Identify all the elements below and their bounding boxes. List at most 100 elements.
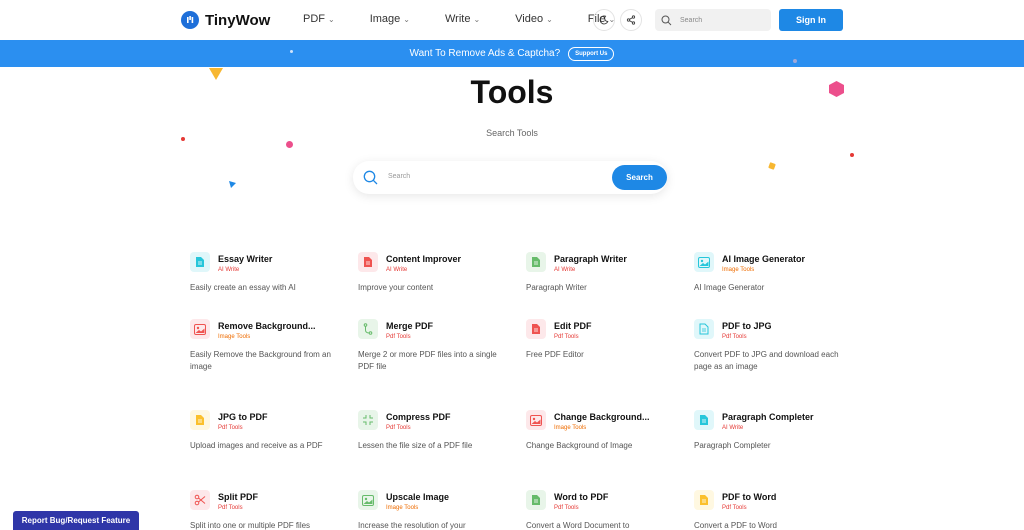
dark-mode-toggle[interactable] <box>593 9 615 31</box>
decorative-square-icon <box>768 162 776 170</box>
decorative-dot-icon <box>793 59 797 63</box>
sign-in-button[interactable]: Sign In <box>779 9 843 31</box>
document-icon <box>190 252 210 272</box>
tool-category: Pdf Tools <box>554 334 579 340</box>
page-subtitle: Search Tools <box>486 128 538 138</box>
nav-write-label: Write <box>444 13 471 25</box>
tools-search-bar: Search Search <box>353 161 667 194</box>
tool-category: Pdf Tools <box>218 425 243 431</box>
moon-icon <box>599 15 609 25</box>
page-title: Tools <box>470 74 554 110</box>
tool-name: PDF to JPG <box>722 321 772 331</box>
chevron-down-icon: ⌄ <box>403 14 410 24</box>
tool-description: Paragraph Completer <box>694 441 771 450</box>
tool-name: Compress PDF <box>386 412 451 422</box>
banner-text: Want To Remove Ads & Captcha? <box>409 48 561 59</box>
tool-description: Convert a Word Document to <box>526 521 630 530</box>
document-icon <box>694 319 714 339</box>
tool-description: Increase the resolution of your <box>358 521 466 530</box>
tool-category: Pdf Tools <box>386 334 411 340</box>
tools-search-input[interactable]: Search <box>388 173 410 180</box>
tool-description: Convert PDF to JPG and download each pag… <box>694 350 839 371</box>
tool-name: Merge PDF <box>386 321 434 331</box>
nav-pdf-label: PDF <box>303 13 325 25</box>
image-icon <box>190 319 210 339</box>
search-icon <box>363 170 378 185</box>
tool-description: Paragraph Writer <box>526 283 587 292</box>
tool-category: Image Tools <box>386 505 419 511</box>
nav-video[interactable]: Video ⌄ <box>515 13 553 25</box>
support-us-button[interactable]: Support Us <box>568 46 615 61</box>
tool-category: Pdf Tools <box>218 505 243 511</box>
tool-description: Improve your content <box>358 283 434 292</box>
tool-name: Change Background... <box>554 412 650 422</box>
image-icon <box>694 252 714 272</box>
tool-name: Upscale Image <box>386 492 450 502</box>
share-button[interactable] <box>620 9 642 31</box>
chevron-down-icon: ⌄ <box>328 14 335 24</box>
decorative-triangle-icon <box>229 181 236 188</box>
tool-description: Upload images and receive as a PDF <box>190 441 323 450</box>
decorative-dot-icon <box>286 141 293 148</box>
compress-icon <box>358 410 378 430</box>
nav-pdf[interactable]: PDF ⌄ <box>303 13 335 25</box>
decorative-dot-icon <box>290 50 293 53</box>
document-icon <box>526 252 546 272</box>
tool-description: Merge 2 or more PDF files into a single … <box>358 350 497 371</box>
tool-name: PDF to Word <box>722 492 777 502</box>
share-icon <box>626 15 636 25</box>
image-icon <box>526 410 546 430</box>
tool-name: Paragraph Completer <box>722 412 814 422</box>
nav-image-label: Image <box>369 13 401 25</box>
document-icon <box>694 410 714 430</box>
tool-name: Paragraph Writer <box>554 254 627 264</box>
nav-write[interactable]: Write ⌄ <box>445 13 480 25</box>
document-icon <box>190 410 210 430</box>
logo[interactable]: TinyWow <box>181 11 270 29</box>
tool-category: AI Write <box>722 425 744 431</box>
nav-image[interactable]: Image ⌄ <box>370 13 410 25</box>
tool-category: Image Tools <box>554 425 587 431</box>
tool-name: AI Image Generator <box>722 254 806 264</box>
tool-name: JPG to PDF <box>218 412 268 422</box>
tool-category: AI Write <box>554 267 576 273</box>
merge-icon <box>358 319 378 339</box>
tool-name: Essay Writer <box>218 254 273 264</box>
tools-search-button[interactable]: Search <box>612 165 667 190</box>
tool-description: Change Background of Image <box>526 441 633 450</box>
document-icon <box>358 252 378 272</box>
tool-description: Lessen the file size of a PDF file <box>358 441 473 450</box>
chevron-down-icon: ⌄ <box>546 14 553 24</box>
decorative-dot-icon <box>850 153 854 157</box>
tool-description: Free PDF Editor <box>526 350 584 359</box>
tool-description: Easily Remove the Background from an ima… <box>190 350 331 371</box>
header-search-input[interactable]: Search <box>655 9 771 31</box>
tool-category: Pdf Tools <box>386 425 411 431</box>
document-icon <box>526 319 546 339</box>
tool-name: Edit PDF <box>554 321 592 331</box>
image-icon <box>358 490 378 510</box>
tool-category: Pdf Tools <box>722 334 747 340</box>
chevron-down-icon: ⌄ <box>473 14 481 24</box>
remove-ads-banner: Want To Remove Ads & Captcha? Support Us <box>0 40 1024 67</box>
nav-video-label: Video <box>515 13 544 25</box>
tool-category: Pdf Tools <box>554 505 579 511</box>
tool-description: Easily create an essay with AI <box>190 283 296 292</box>
search-icon <box>661 15 672 25</box>
report-bug-button[interactable]: Report Bug/Request Feature <box>13 511 139 530</box>
tool-category: Pdf Tools <box>722 505 747 511</box>
tool-name: Word to PDF <box>554 492 609 502</box>
tool-category: AI Write <box>218 267 240 273</box>
tool-name: Content Improver <box>386 254 462 264</box>
tool-description: AI Image Generator <box>694 283 765 292</box>
tool-description: Convert a PDF to Word <box>694 521 777 530</box>
tool-name: Split PDF <box>218 492 258 502</box>
tool-category: AI Write <box>386 267 408 273</box>
tool-name: Remove Background... <box>218 321 316 331</box>
scissors-icon <box>190 490 210 510</box>
header-search-placeholder: Search <box>680 16 703 24</box>
logo-icon <box>181 11 199 29</box>
logo-text: TinyWow <box>205 11 271 29</box>
top-navbar: TinyWow PDF ⌄ Image ⌄ Write ⌄ Video ⌄ File ⌄ … <box>0 0 1024 40</box>
document-icon <box>526 490 546 510</box>
